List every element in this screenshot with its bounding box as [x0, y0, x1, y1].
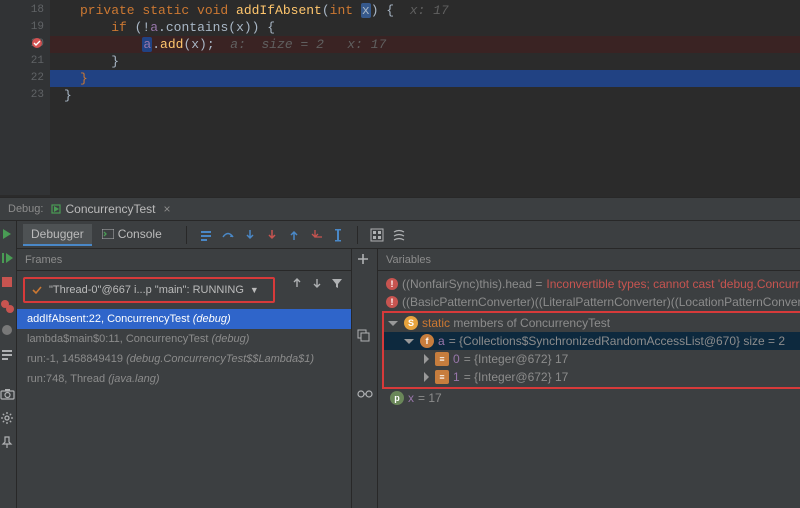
- variables-highlight-box: S static members of ConcurrencyTest f a …: [382, 311, 800, 389]
- console-icon: [102, 229, 114, 239]
- variables-toolbar: [352, 249, 378, 508]
- debug-left-toolbar: [0, 221, 17, 508]
- array-element-icon: ≡: [435, 370, 449, 384]
- variable-row[interactable]: ≡ 1 = {Integer@672} 17: [384, 368, 800, 386]
- code-area[interactable]: private static void addIfAbsent(int x) {…: [50, 0, 800, 195]
- line-number: 23: [0, 87, 50, 104]
- collapse-icon[interactable]: [388, 321, 398, 326]
- line-number: 21: [0, 53, 50, 70]
- variable-error-row[interactable]: ! ((NonfairSync)this).head = Inconvertib…: [382, 275, 800, 293]
- code-line-current[interactable]: }: [50, 70, 800, 87]
- array-element-icon: ≡: [435, 352, 449, 366]
- rerun-icon[interactable]: [0, 227, 16, 243]
- inline-hint: x: 17: [394, 3, 449, 18]
- force-step-into-icon[interactable]: [265, 228, 279, 242]
- close-icon[interactable]: ×: [160, 202, 175, 216]
- chevron-down-icon: ▼: [250, 285, 259, 295]
- variables-header: Variables: [378, 249, 800, 271]
- run-to-cursor-icon[interactable]: [331, 228, 345, 242]
- static-badge-icon: S: [404, 316, 418, 330]
- debug-center: Debugger Console: [17, 221, 800, 508]
- camera-icon[interactable]: [0, 387, 16, 403]
- inline-hint: a: size = 2 x: 17: [215, 37, 387, 52]
- thread-selector[interactable]: "Thread-0"@667 i...p "main": RUNNING ▼: [31, 284, 267, 296]
- drop-frame-icon[interactable]: [309, 228, 323, 242]
- run-config-tab[interactable]: ConcurrencyTest ×: [51, 198, 174, 220]
- mute-breakpoints-icon[interactable]: [0, 323, 16, 339]
- frames-header: Frames: [17, 249, 351, 271]
- variable-row[interactable]: f a = {Collections$SynchronizedRandomAcc…: [384, 332, 800, 350]
- trace-current-stream-chain-icon[interactable]: [392, 228, 406, 242]
- code-line[interactable]: a.add(x); a: size = 2 x: 17: [50, 36, 800, 53]
- separator: [357, 226, 358, 244]
- copy-icon[interactable]: [357, 329, 373, 345]
- tab-debugger[interactable]: Debugger: [23, 224, 92, 246]
- line-number: 18: [0, 2, 50, 19]
- resume-icon[interactable]: [0, 251, 16, 267]
- debug-header: Debug: ConcurrencyTest ×: [0, 198, 800, 221]
- breakpoint-icon[interactable]: [30, 36, 44, 50]
- expand-icon[interactable]: [424, 354, 429, 364]
- stop-icon[interactable]: [0, 275, 16, 291]
- next-frame-icon[interactable]: [311, 277, 325, 291]
- debug-body: Debugger Console: [0, 221, 800, 508]
- settings-icon[interactable]: [0, 411, 16, 427]
- error-icon: !: [386, 278, 398, 290]
- debug-tabs-row: Debugger Console: [17, 221, 800, 249]
- code-line[interactable]: if (!a.contains(x)) {: [50, 19, 800, 36]
- step-over-icon[interactable]: [221, 228, 235, 242]
- code-line[interactable]: }: [50, 87, 800, 104]
- code-line[interactable]: }: [50, 53, 800, 70]
- filter-icon[interactable]: [331, 277, 345, 291]
- frame-item[interactable]: addIfAbsent:22, ConcurrencyTest (debug): [17, 309, 351, 329]
- variable-error-row[interactable]: ! ((BasicPatternConverter)((LiteralPatte…: [382, 293, 800, 311]
- step-out-icon[interactable]: [287, 228, 301, 242]
- variables-main: Variables ! ((NonfairSync)this).head = I…: [378, 249, 800, 508]
- variables-panel: Variables ! ((NonfairSync)this).head = I…: [352, 249, 800, 508]
- view-breakpoints-icon[interactable]: [0, 299, 16, 315]
- variable-row[interactable]: S static members of ConcurrencyTest: [384, 314, 800, 332]
- evaluate-expression-icon[interactable]: [370, 228, 384, 242]
- pin-icon[interactable]: [0, 435, 16, 451]
- frames-nav-icons: [281, 277, 351, 307]
- run-icon: [51, 204, 61, 214]
- step-into-icon[interactable]: [243, 228, 257, 242]
- frame-item[interactable]: run:-1, 1458849419 (debug.ConcurrencyTes…: [17, 349, 351, 369]
- frame-list[interactable]: addIfAbsent:22, ConcurrencyTest (debug) …: [17, 309, 351, 508]
- get-thread-dump-icon[interactable]: [0, 347, 16, 363]
- variables-tree[interactable]: ! ((NonfairSync)this).head = Inconvertib…: [378, 271, 800, 508]
- glasses-icon[interactable]: [357, 389, 373, 405]
- line-number: 19: [0, 19, 50, 36]
- frames-panel: Frames "Thread-0"@667 i...p "main": RUNN…: [17, 249, 352, 508]
- show-execution-point-icon[interactable]: [199, 228, 213, 242]
- variable-row[interactable]: p x = 17: [386, 389, 800, 407]
- field-badge-icon: f: [420, 334, 434, 348]
- add-watch-icon[interactable]: [357, 253, 373, 269]
- expand-icon[interactable]: [424, 372, 429, 382]
- tab-console[interactable]: Console: [94, 224, 170, 246]
- separator: [186, 226, 187, 244]
- frame-item[interactable]: run:748, Thread (java.lang): [17, 369, 351, 389]
- collapse-icon[interactable]: [404, 339, 414, 344]
- step-toolbar: [182, 226, 406, 244]
- line-number: 22: [0, 70, 50, 87]
- code-line[interactable]: private static void addIfAbsent(int x) {…: [50, 2, 800, 19]
- variable-row[interactable]: ≡ 0 = {Integer@672} 17: [384, 350, 800, 368]
- prev-frame-icon[interactable]: [291, 277, 305, 291]
- error-icon: !: [386, 296, 398, 308]
- frame-item[interactable]: lambda$main$0:11, ConcurrencyTest (debug…: [17, 329, 351, 349]
- primitive-badge-icon: p: [390, 391, 404, 405]
- check-icon: [31, 284, 43, 296]
- debug-label: Debug:: [8, 203, 43, 215]
- debug-lower: Frames "Thread-0"@667 i...p "main": RUNN…: [17, 249, 800, 508]
- editor-pane: 18 19 20 21 22 23 private static void ad…: [0, 0, 800, 195]
- debug-tool-window: Debug: ConcurrencyTest × Debugger: [0, 197, 800, 508]
- thread-selector-highlight: "Thread-0"@667 i...p "main": RUNNING ▼: [23, 277, 275, 303]
- line-number-gutter: 18 19 20 21 22 23: [0, 0, 50, 195]
